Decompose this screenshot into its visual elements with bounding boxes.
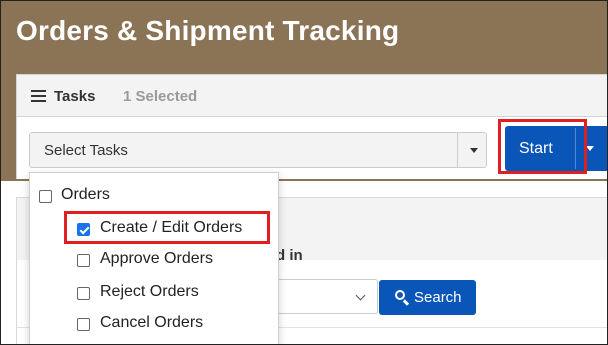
checkbox[interactable] [77, 318, 90, 331]
search-button[interactable]: Search [379, 280, 476, 315]
checkbox[interactable] [77, 287, 90, 300]
chevron-down-icon [355, 290, 366, 301]
tasks-dropdown-menu: Orders Create / Edit Orders Approve Orde… [29, 172, 279, 344]
tasks-bar: Tasks 1 Selected [16, 74, 607, 117]
dropdown-item-label: Reject Orders [100, 283, 199, 300]
filter-select[interactable] [271, 279, 378, 314]
app-window: Orders & Shipment Tracking Tasks 1 Selec… [0, 0, 608, 345]
search-label: Search [414, 289, 462, 306]
dropdown-item-label: Cancel Orders [100, 314, 204, 331]
start-caret-down-icon[interactable] [586, 146, 594, 151]
checkbox[interactable] [39, 190, 52, 203]
background-panel-title: d in [276, 247, 303, 264]
select-tasks-label: Select Tasks [44, 142, 128, 159]
tasks-label: Tasks [54, 88, 96, 105]
dropdown-group-label: Orders [61, 186, 110, 203]
selected-count: 1 Selected [123, 88, 198, 105]
create-edit-orders-highlight [64, 211, 270, 244]
search-icon [395, 290, 410, 306]
checkbox[interactable] [77, 254, 90, 267]
dropdown-item-label: Approve Orders [100, 250, 213, 267]
page-title: Orders & Shipment Tracking [16, 15, 400, 46]
select-tasks-dropdown[interactable]: Select Tasks [29, 132, 487, 168]
select-divider [457, 133, 458, 167]
caret-down-icon[interactable] [470, 148, 478, 153]
start-button-highlight [498, 119, 587, 174]
list-icon [31, 90, 46, 102]
